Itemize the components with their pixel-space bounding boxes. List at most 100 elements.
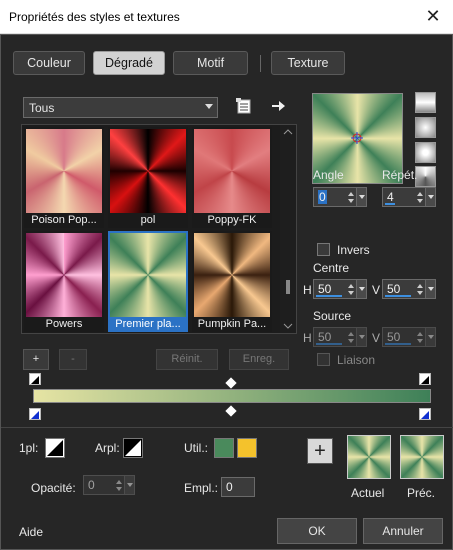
- repeat-field[interactable]: 4: [382, 187, 436, 207]
- save-button[interactable]: Enreg.: [229, 349, 289, 370]
- util-color-2-swatch[interactable]: [237, 438, 257, 458]
- opacity-label: Opacité:: [31, 481, 76, 495]
- spin-up-icon[interactable]: [417, 332, 423, 336]
- center-h-field[interactable]: 50: [313, 279, 367, 299]
- center-label: Centre: [313, 261, 350, 275]
- spin-down-icon[interactable]: [348, 199, 354, 203]
- previous-swatch[interactable]: [400, 435, 444, 479]
- location-field[interactable]: 0: [221, 477, 255, 497]
- center-v-level-bar: [385, 295, 411, 297]
- add-gradient-button[interactable]: +: [23, 349, 49, 370]
- chevron-down-icon[interactable]: [356, 280, 366, 298]
- tab-divider: [260, 55, 261, 72]
- tab-couleur[interactable]: Couleur: [13, 51, 85, 75]
- gallery-item-label: Powers: [45, 318, 83, 330]
- spin-up-icon[interactable]: [417, 284, 423, 288]
- close-icon[interactable]: ✕: [419, 4, 447, 30]
- gallery-item-label: Premier pla...: [115, 318, 181, 330]
- linear-style-icon[interactable]: [415, 92, 436, 113]
- opl-swatch[interactable]: [45, 438, 65, 458]
- chevron-down-icon[interactable]: [356, 328, 366, 346]
- spin-up-icon[interactable]: [348, 192, 354, 196]
- arpl-label: Arpl:: [95, 441, 120, 455]
- gallery-item[interactable]: Poppy-FK: [192, 127, 272, 228]
- gradient-editor-bar[interactable]: [33, 389, 431, 403]
- center-v-label: V: [372, 283, 381, 297]
- start-stop-marker-icon[interactable]: [29, 373, 41, 385]
- help-link[interactable]: Aide: [19, 525, 43, 539]
- source-h-field[interactable]: 50: [313, 327, 367, 347]
- gallery-scrollbar[interactable]: [280, 125, 296, 333]
- rectangular-style-icon[interactable]: [415, 117, 436, 138]
- repeat-level-bar: [385, 203, 395, 205]
- gallery-item-label: Pumpkin Pa...: [197, 318, 267, 330]
- spin-up-icon[interactable]: [116, 480, 122, 484]
- gradient-swatch: [194, 129, 270, 213]
- source-h-label: H: [303, 331, 312, 345]
- remove-gradient-button[interactable]: -: [59, 349, 87, 370]
- angle-label: Angle: [313, 168, 344, 182]
- opacity-field[interactable]: 0: [83, 475, 135, 495]
- gallery-item[interactable]: pol: [108, 127, 188, 228]
- tab-degrade[interactable]: Dégradé: [93, 51, 165, 75]
- end-stop-marker-icon[interactable]: [419, 373, 431, 385]
- util-label: Util.:: [184, 441, 208, 455]
- spin-down-icon[interactable]: [417, 199, 423, 203]
- spin-down-icon[interactable]: [348, 339, 354, 343]
- radial-style-icon[interactable]: [415, 166, 436, 187]
- center-h-level-bar: [316, 295, 342, 297]
- location-label: Empl.:: [184, 481, 219, 495]
- category-value: Tous: [29, 101, 55, 115]
- spin-down-icon[interactable]: [417, 339, 423, 343]
- spin-up-icon[interactable]: [348, 284, 354, 288]
- chevron-down-icon[interactable]: [425, 188, 435, 206]
- gradient-swatch: [26, 233, 102, 317]
- arrow-right-icon[interactable]: [269, 97, 287, 115]
- tab-motif[interactable]: Motif: [173, 51, 248, 75]
- gradient-gallery: Poison Pop... pol Poppy-FK Powers Premie…: [21, 124, 297, 334]
- opl-label: 1pl:: [19, 441, 39, 455]
- link-label: Liaison: [337, 353, 376, 367]
- chevron-down-icon[interactable]: [124, 476, 134, 494]
- current-label: Actuel: [351, 486, 385, 500]
- gallery-item-label: pol: [140, 214, 156, 226]
- source-h-level-bar: [316, 343, 342, 345]
- start-color-stop-icon[interactable]: [29, 408, 41, 420]
- midpoint-marker-icon[interactable]: [225, 377, 237, 389]
- gallery-item-label: Poison Pop...: [31, 214, 97, 226]
- open-file-icon[interactable]: [235, 97, 253, 115]
- spin-down-icon[interactable]: [348, 291, 354, 295]
- gallery-item[interactable]: Pumpkin Pa...: [192, 231, 272, 332]
- dialog-body: Couleur Dégradé Motif Texture Tous Poiso…: [0, 34, 453, 550]
- repeat-label: Répét.: [382, 168, 418, 182]
- angle-field[interactable]: 0: [313, 187, 367, 207]
- title-bar: Propriétés des styles et textures ✕: [0, 0, 453, 34]
- chevron-down-icon[interactable]: [356, 188, 366, 206]
- gallery-item[interactable]: Poison Pop...: [24, 127, 104, 228]
- chevron-down-icon[interactable]: [425, 328, 435, 346]
- util-color-1-swatch[interactable]: [214, 438, 234, 458]
- chevron-down-icon[interactable]: [425, 280, 435, 298]
- cancel-button[interactable]: Annuler: [363, 518, 443, 544]
- ok-button[interactable]: OK: [277, 518, 357, 544]
- link-checkbox[interactable]: [317, 353, 330, 366]
- spin-up-icon[interactable]: [348, 332, 354, 336]
- gallery-item[interactable]: Powers: [24, 231, 104, 332]
- window-title: Propriétés des styles et textures: [9, 10, 180, 24]
- add-to-swatches-button[interactable]: +: [307, 438, 333, 464]
- category-select[interactable]: Tous: [23, 97, 218, 118]
- sunburst-style-icon[interactable]: [415, 142, 436, 163]
- spin-down-icon[interactable]: [116, 487, 122, 491]
- gallery-item-selected[interactable]: Premier pla...: [108, 231, 188, 332]
- spin-up-icon[interactable]: [417, 192, 423, 196]
- tab-texture[interactable]: Texture: [271, 51, 345, 75]
- current-swatch[interactable]: [347, 435, 391, 479]
- source-v-field[interactable]: 50: [382, 327, 436, 347]
- center-v-field[interactable]: 50: [382, 279, 436, 299]
- end-color-stop-icon[interactable]: [419, 408, 431, 420]
- invert-checkbox[interactable]: [317, 243, 330, 256]
- spin-down-icon[interactable]: [417, 291, 423, 295]
- arpl-swatch[interactable]: [123, 438, 143, 458]
- reset-button[interactable]: Réinit.: [156, 349, 218, 370]
- location-marker-icon[interactable]: [225, 405, 237, 417]
